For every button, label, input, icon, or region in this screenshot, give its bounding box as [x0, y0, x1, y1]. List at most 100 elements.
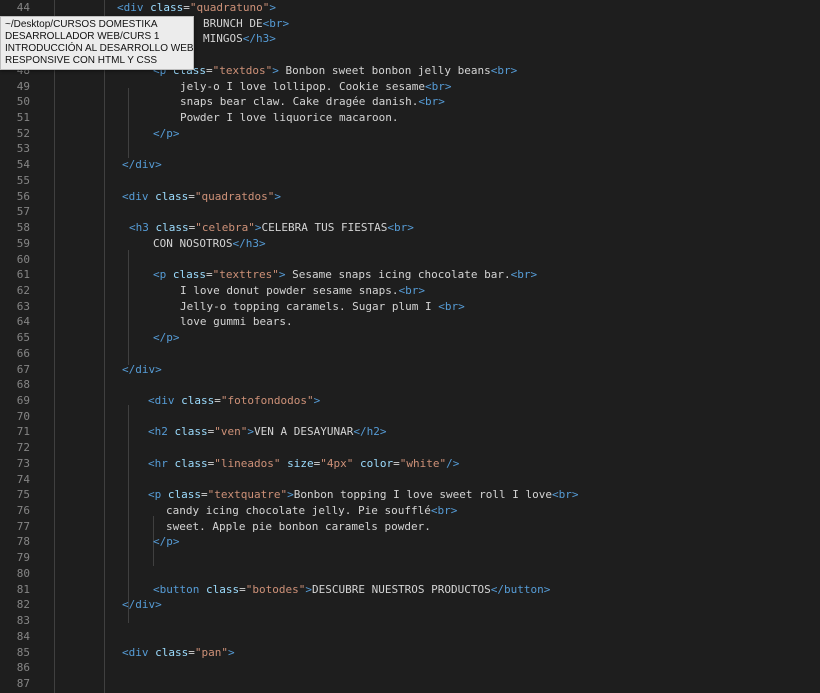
code-line[interactable]: 83: [0, 613, 820, 629]
code-token: =: [188, 645, 195, 659]
code-line[interactable]: 65 </p>: [0, 330, 820, 346]
code-line[interactable]: 50 snaps bear claw. Cake dragée danish.<b…: [0, 94, 820, 110]
code-token: <br>: [438, 299, 465, 313]
code-line[interactable]: 82 </div>: [0, 597, 820, 613]
code-token: <br>: [510, 268, 538, 282]
code-line[interactable]: 76 candy icing chocolate jelly. Pie souff…: [0, 503, 820, 519]
code-line[interactable]: 68: [0, 377, 820, 393]
line-number: 70: [16, 409, 30, 423]
line-number: 80: [16, 566, 30, 580]
line-number: 65: [16, 331, 30, 345]
code-line[interactable]: 61 <p class="texttres"> Sesame snaps icin…: [0, 267, 820, 283]
code-line[interactable]: 84: [0, 629, 820, 645]
code-token: =: [393, 456, 400, 470]
code-line[interactable]: 56 <div class="quadratdos">: [0, 189, 820, 205]
code-line[interactable]: 55: [0, 173, 820, 189]
code-token: class: [205, 582, 240, 596]
code-token: >: [287, 488, 294, 502]
line-number: 77: [16, 519, 30, 533]
line-number: 81: [16, 582, 30, 596]
code-line[interactable]: 78 </p>: [0, 534, 820, 550]
code-line[interactable]: 87: [0, 676, 820, 692]
line-number: 78: [16, 535, 30, 549]
code-text: candy icing chocolate jelly. Pie soufflé…: [166, 503, 457, 519]
code-token: class: [150, 1, 184, 14]
line-number: 66: [16, 346, 30, 360]
line-number: 67: [16, 362, 30, 376]
code-line[interactable]: 72: [0, 440, 820, 456]
code-token: snaps bear claw. Cake dragée danish.: [180, 95, 419, 109]
code-line[interactable]: 64 love gummi bears.: [0, 314, 820, 330]
code-token: CELEBRA TUS FIESTAS: [261, 221, 388, 235]
code-line[interactable]: 51 Powder I love liquorice macaroon.: [0, 110, 820, 126]
line-number: 72: [16, 441, 30, 455]
code-token: Powder I love liquorice macaroon.: [180, 111, 399, 125]
line-number: 59: [16, 236, 30, 250]
code-line[interactable]: 57: [0, 204, 820, 220]
code-text: </div>: [122, 597, 162, 613]
code-token: "textdos": [212, 63, 273, 77]
code-line[interactable]: 53: [0, 141, 820, 157]
line-number: 69: [16, 394, 30, 407]
code-line[interactable]: 81 <button class="botodes">DESCUBRE NUEST…: [0, 582, 820, 598]
code-line[interactable]: 79: [0, 550, 820, 566]
code-line[interactable]: 60: [0, 252, 820, 268]
code-line[interactable]: 80: [0, 566, 820, 582]
code-token: size: [287, 456, 314, 470]
code-token: </div>: [122, 158, 162, 172]
code-token: >: [247, 425, 254, 439]
code-text: Powder I love liquorice macaroon.: [180, 110, 399, 126]
code-line[interactable]: 70: [0, 409, 820, 425]
line-number: 61: [16, 268, 30, 282]
code-text: </p>: [153, 534, 180, 550]
line-number: 68: [16, 378, 30, 392]
line-number: 87: [16, 676, 30, 690]
code-token: "pan": [194, 645, 228, 659]
code-line[interactable]: 69 <div class="fotofondodos">: [0, 393, 820, 409]
code-token: =: [201, 488, 208, 502]
code-token: "ven": [214, 425, 248, 439]
code-line[interactable]: 62 I love donut powder sesame snaps.<br>: [0, 283, 820, 299]
code-token: <br>: [552, 488, 579, 502]
code-token: I love donut powder sesame snaps.: [180, 283, 399, 297]
code-editor[interactable]: 44<div class="quadratuno">45BRUNCH DE<br…: [0, 0, 820, 693]
code-line[interactable]: 71 <h2 class="ven">VEN A DESAYUNAR</h2>: [0, 424, 820, 440]
code-line[interactable]: 67 </div>: [0, 362, 820, 378]
line-number: 86: [16, 661, 30, 675]
code-text: love gummi bears.: [180, 314, 293, 330]
line-number: 60: [16, 252, 30, 266]
line-number: 50: [16, 95, 30, 109]
code-line[interactable]: 49 jely-o I love lollipop. Cookie sesame<…: [0, 79, 820, 95]
code-line[interactable]: 58 <h3 class="celebra">CELEBRA TUS FIESTA…: [0, 220, 820, 236]
code-text: I love donut powder sesame snaps.<br>: [180, 283, 425, 299]
code-token: >: [269, 1, 276, 14]
code-line[interactable]: 86: [0, 660, 820, 676]
code-token: <div: [122, 189, 156, 203]
code-token: </div>: [122, 362, 162, 376]
code-token: jely-o I love lollipop. Cookie sesame: [180, 79, 426, 93]
code-token: "botodes": [245, 582, 306, 596]
code-line[interactable]: 44 <div class="quadratuno">: [0, 0, 820, 16]
code-token: "white": [399, 456, 447, 470]
code-token: <div: [122, 645, 156, 659]
code-line[interactable]: 54 </div>: [0, 157, 820, 173]
code-line[interactable]: 59 CON NOSOTROS</h3>: [0, 236, 820, 252]
code-text: <p class="texttres"> Sesame snaps icing …: [153, 267, 537, 283]
code-token: DESCUBRE NUESTROS PRODUCTOS: [311, 582, 491, 596]
code-line[interactable]: 74: [0, 472, 820, 488]
code-text: </p>: [153, 126, 180, 142]
code-line[interactable]: 85 <div class="pan">: [0, 645, 820, 661]
code-token: </p>: [153, 535, 180, 549]
line-number: 62: [16, 283, 30, 297]
code-line[interactable]: 77 sweet. Apple pie bonbon caramels powde…: [0, 519, 820, 535]
code-token: =: [214, 394, 221, 407]
code-text: <button class="botodes">DESCUBRE NUESTRO…: [153, 582, 550, 598]
code-token: <br>: [262, 16, 290, 30]
code-token: class: [174, 456, 208, 470]
code-line[interactable]: 52 </p>: [0, 126, 820, 142]
code-line[interactable]: 75 <p class="textquatre">Bonbon topping I…: [0, 487, 820, 503]
code-token: class: [155, 221, 189, 235]
code-line[interactable]: 73 <hr class="lineados" size="4px" color=…: [0, 456, 820, 472]
code-line[interactable]: 66: [0, 346, 820, 362]
code-line[interactable]: 63 Jelly-o topping caramels. Sugar plum I…: [0, 299, 820, 315]
